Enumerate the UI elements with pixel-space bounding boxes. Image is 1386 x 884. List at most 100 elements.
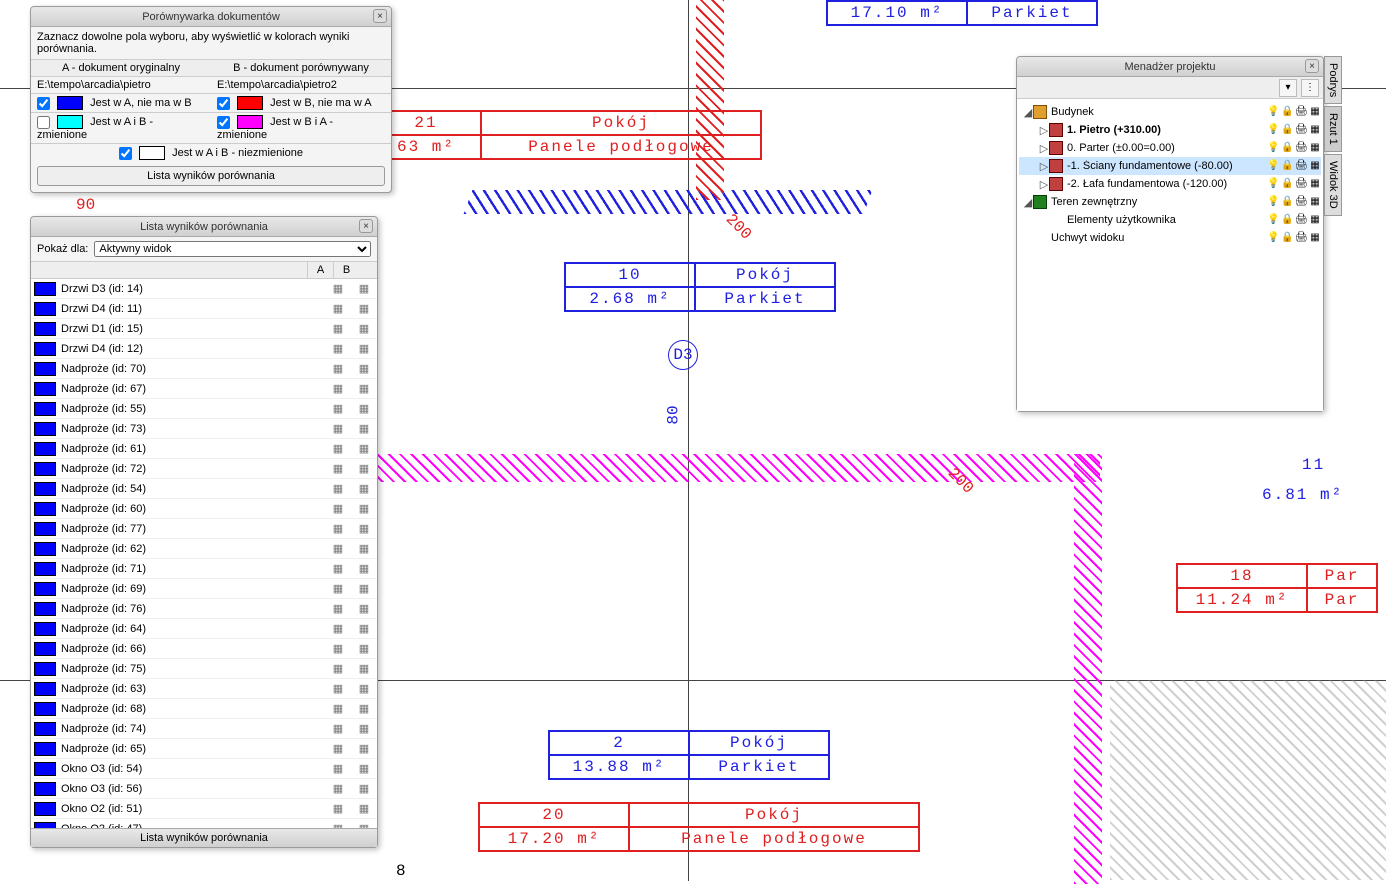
bulb-icon[interactable]: 💡 [1267,142,1279,154]
list-item[interactable]: Nadproże (id: 54)▦▦ [31,479,377,499]
tree-node[interactable]: ◢Teren zewnętrzny💡🔒🖨▦ [1019,193,1321,211]
properties-icon[interactable]: ▦ [351,362,377,375]
chk-changed-a[interactable] [37,116,50,129]
compare-panel-title[interactable]: Porównywarka dokumentów × [31,7,391,27]
pm-title[interactable]: Menadżer projektu × [1017,57,1323,77]
properties-icon[interactable]: ▦ [325,402,351,415]
project-manager-panel[interactable]: Menadżer projektu × ▾ ⋮ ◢Budynek💡🔒🖨▦▷1. … [1016,56,1324,412]
list-item[interactable]: Nadproże (id: 67)▦▦ [31,379,377,399]
close-icon[interactable]: × [359,219,373,233]
expand-icon[interactable]: ▷ [1039,160,1049,173]
properties-icon[interactable]: ▦ [325,282,351,295]
list-item[interactable]: Drzwi D1 (id: 15)▦▦ [31,319,377,339]
color-icon[interactable]: ▦ [1309,196,1321,208]
list-item[interactable]: Okno O2 (id: 51)▦▦ [31,799,377,819]
chk-changed-b[interactable] [217,116,230,129]
properties-icon[interactable]: ▦ [351,542,377,555]
properties-icon[interactable]: ▦ [351,682,377,695]
compare-panel[interactable]: Porównywarka dokumentów × Zaznacz dowoln… [30,6,392,193]
tree-node[interactable]: ▷-2. Łafa fundamentowa (-120.00)💡🔒🖨▦ [1019,175,1321,193]
properties-icon[interactable]: ▦ [325,702,351,715]
color-icon[interactable]: ▦ [1309,124,1321,136]
color-icon[interactable]: ▦ [1309,178,1321,190]
properties-icon[interactable]: ▦ [351,662,377,675]
print-icon[interactable]: 🖨 [1295,106,1307,118]
lock-icon[interactable]: 🔒 [1281,214,1293,226]
properties-icon[interactable]: ▦ [325,742,351,755]
properties-icon[interactable]: ▦ [351,622,377,635]
properties-icon[interactable]: ▦ [325,302,351,315]
list-item[interactable]: Nadproże (id: 73)▦▦ [31,419,377,439]
properties-icon[interactable]: ▦ [351,742,377,755]
properties-icon[interactable]: ▦ [351,802,377,815]
list-item[interactable]: Okno O2 (id: 47)▦▦ [31,819,377,828]
list-item[interactable]: Drzwi D3 (id: 14)▦▦ [31,279,377,299]
bulb-icon[interactable]: 💡 [1267,106,1279,118]
tree-node[interactable]: Elementy użytkownika💡🔒🖨▦ [1019,211,1321,229]
list-item[interactable]: Nadproże (id: 70)▦▦ [31,359,377,379]
list-item[interactable]: Nadproże (id: 64)▦▦ [31,619,377,639]
print-icon[interactable]: 🖨 [1295,160,1307,172]
results-list[interactable]: Drzwi D3 (id: 14)▦▦Drzwi D4 (id: 11)▦▦Dr… [31,279,377,828]
bulb-icon[interactable]: 💡 [1267,214,1279,226]
print-icon[interactable]: 🖨 [1295,214,1307,226]
list-item[interactable]: Drzwi D4 (id: 11)▦▦ [31,299,377,319]
print-icon[interactable]: 🖨 [1295,196,1307,208]
lock-icon[interactable]: 🔒 [1281,124,1293,136]
list-item[interactable]: Nadproże (id: 74)▦▦ [31,719,377,739]
lock-icon[interactable]: 🔒 [1281,178,1293,190]
tree-node[interactable]: ▷0. Parter (±0.00=0.00)💡🔒🖨▦ [1019,139,1321,157]
list-item[interactable]: Nadproże (id: 75)▦▦ [31,659,377,679]
lock-icon[interactable]: 🔒 [1281,160,1293,172]
bulb-icon[interactable]: 💡 [1267,124,1279,136]
list-item[interactable]: Okno O3 (id: 54)▦▦ [31,759,377,779]
properties-icon[interactable]: ▦ [325,442,351,455]
print-icon[interactable]: 🖨 [1295,142,1307,154]
properties-icon[interactable]: ▦ [325,342,351,355]
properties-icon[interactable]: ▦ [351,702,377,715]
bulb-icon[interactable]: 💡 [1267,196,1279,208]
list-item[interactable]: Nadproże (id: 63)▦▦ [31,679,377,699]
properties-icon[interactable]: ▦ [351,582,377,595]
bulb-icon[interactable]: 💡 [1267,178,1279,190]
swatch-red[interactable] [237,96,263,110]
swatch-white[interactable] [139,146,165,160]
properties-icon[interactable]: ▦ [325,542,351,555]
properties-icon[interactable]: ▦ [325,762,351,775]
properties-icon[interactable]: ▦ [351,282,377,295]
properties-icon[interactable]: ▦ [325,782,351,795]
list-item[interactable]: Drzwi D4 (id: 12)▦▦ [31,339,377,359]
properties-icon[interactable]: ▦ [325,662,351,675]
expand-icon[interactable]: ▷ [1039,178,1049,191]
list-item[interactable]: Nadproże (id: 55)▦▦ [31,399,377,419]
expand-icon[interactable]: ▷ [1039,142,1049,155]
properties-icon[interactable]: ▦ [325,642,351,655]
results-panel[interactable]: Lista wyników porównania × Pokaż dla: Ak… [30,216,378,848]
chk-only-a[interactable] [37,97,50,110]
properties-icon[interactable]: ▦ [351,782,377,795]
properties-icon[interactable]: ▦ [325,482,351,495]
properties-icon[interactable]: ▦ [351,402,377,415]
options-icon[interactable]: ⋮ [1301,79,1319,97]
list-item[interactable]: Nadproże (id: 76)▦▦ [31,599,377,619]
bulb-icon[interactable]: 💡 [1267,232,1279,244]
print-icon[interactable]: 🖨 [1295,232,1307,244]
list-item[interactable]: Nadproże (id: 66)▦▦ [31,639,377,659]
lock-icon[interactable]: 🔒 [1281,196,1293,208]
tree-node[interactable]: Uchwyt widoku💡🔒🖨▦ [1019,229,1321,247]
list-item[interactable]: Nadproże (id: 62)▦▦ [31,539,377,559]
color-icon[interactable]: ▦ [1309,142,1321,154]
expand-icon[interactable]: ◢ [1023,196,1033,209]
lock-icon[interactable]: 🔒 [1281,232,1293,244]
properties-icon[interactable]: ▦ [325,682,351,695]
properties-icon[interactable]: ▦ [351,722,377,735]
list-item[interactable]: Nadproże (id: 71)▦▦ [31,559,377,579]
list-item[interactable]: Nadproże (id: 60)▦▦ [31,499,377,519]
tree-node[interactable]: ◢Budynek💡🔒🖨▦ [1019,103,1321,121]
chk-unchanged[interactable] [119,147,132,160]
bulb-icon[interactable]: 💡 [1267,160,1279,172]
properties-icon[interactable]: ▦ [325,422,351,435]
color-icon[interactable]: ▦ [1309,106,1321,118]
list-item[interactable]: Okno O3 (id: 56)▦▦ [31,779,377,799]
swatch-magenta[interactable] [237,115,263,129]
